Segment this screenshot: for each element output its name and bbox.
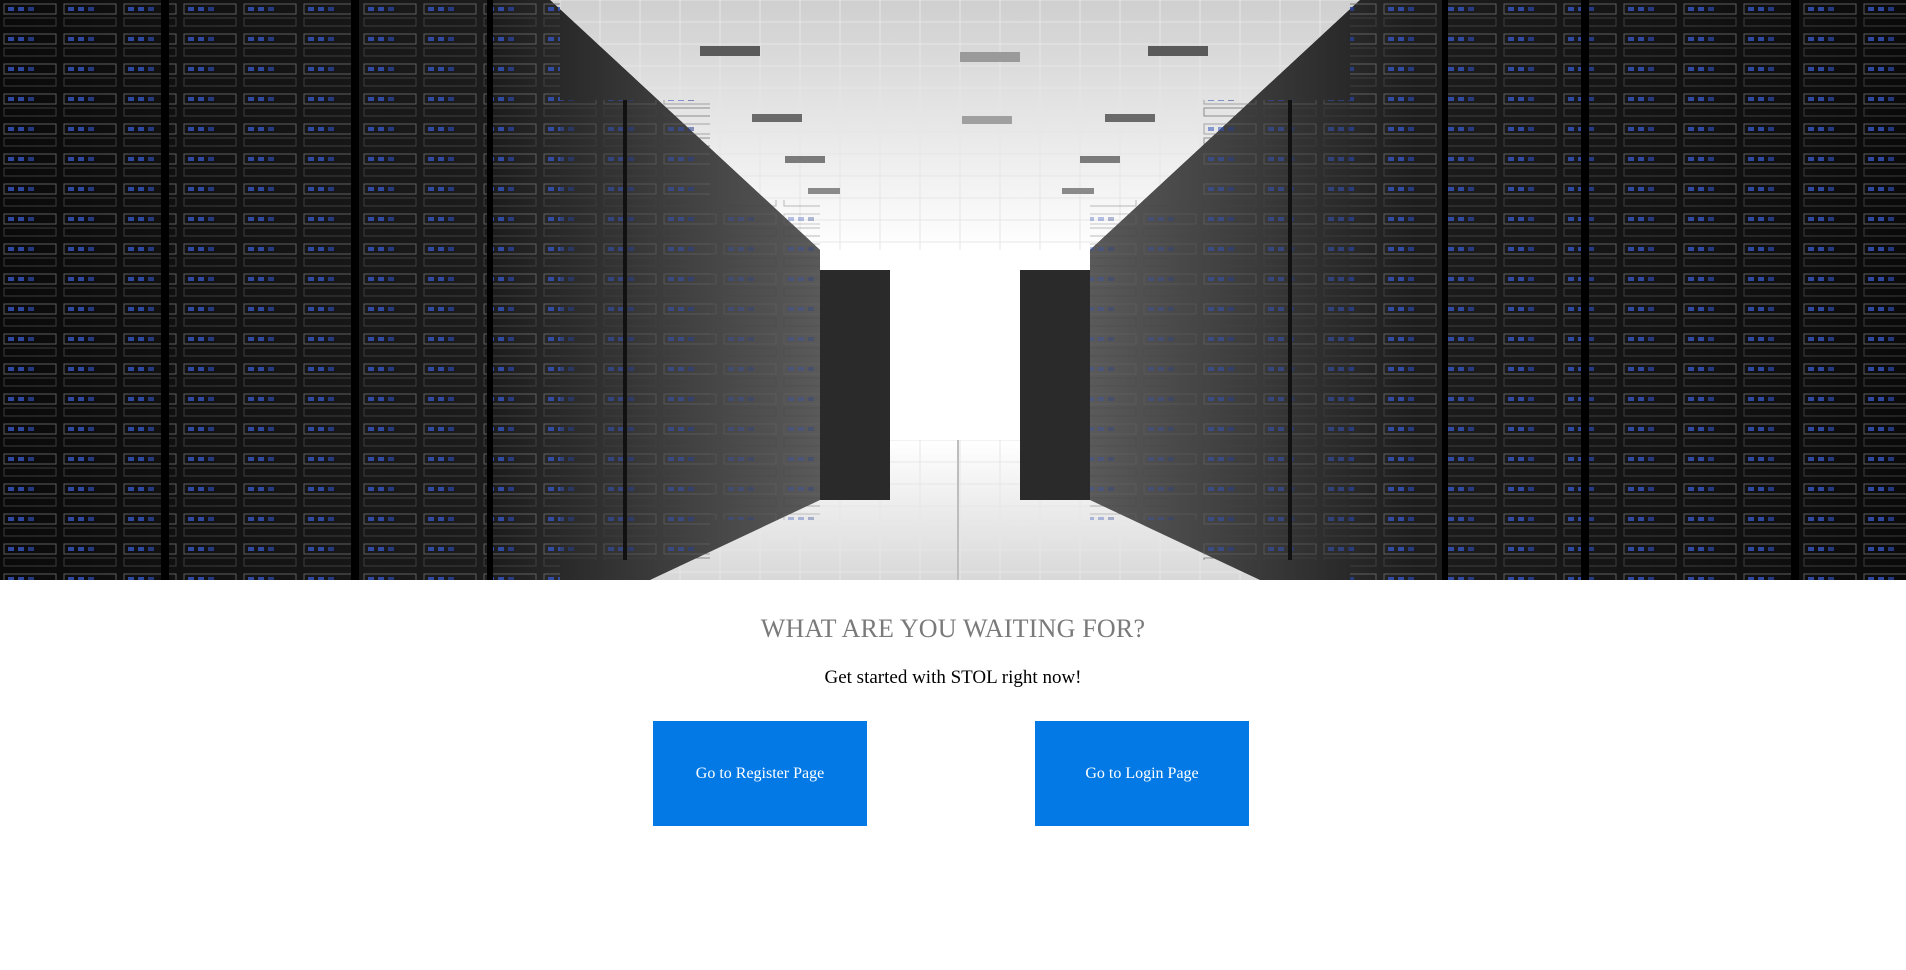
register-page-button[interactable]: Go to Register Page bbox=[653, 721, 867, 826]
hero-banner bbox=[0, 0, 1906, 580]
call-to-action-section: WHAT ARE YOU WAITING FOR? Get started wi… bbox=[0, 580, 1906, 970]
cta-title: WHAT ARE YOU WAITING FOR? bbox=[760, 614, 1146, 643]
login-page-button[interactable]: Go to Login Page bbox=[1035, 721, 1249, 826]
cta-subtitle: Get started with STOL right now! bbox=[824, 667, 1082, 688]
server-room-image bbox=[0, 0, 1906, 580]
